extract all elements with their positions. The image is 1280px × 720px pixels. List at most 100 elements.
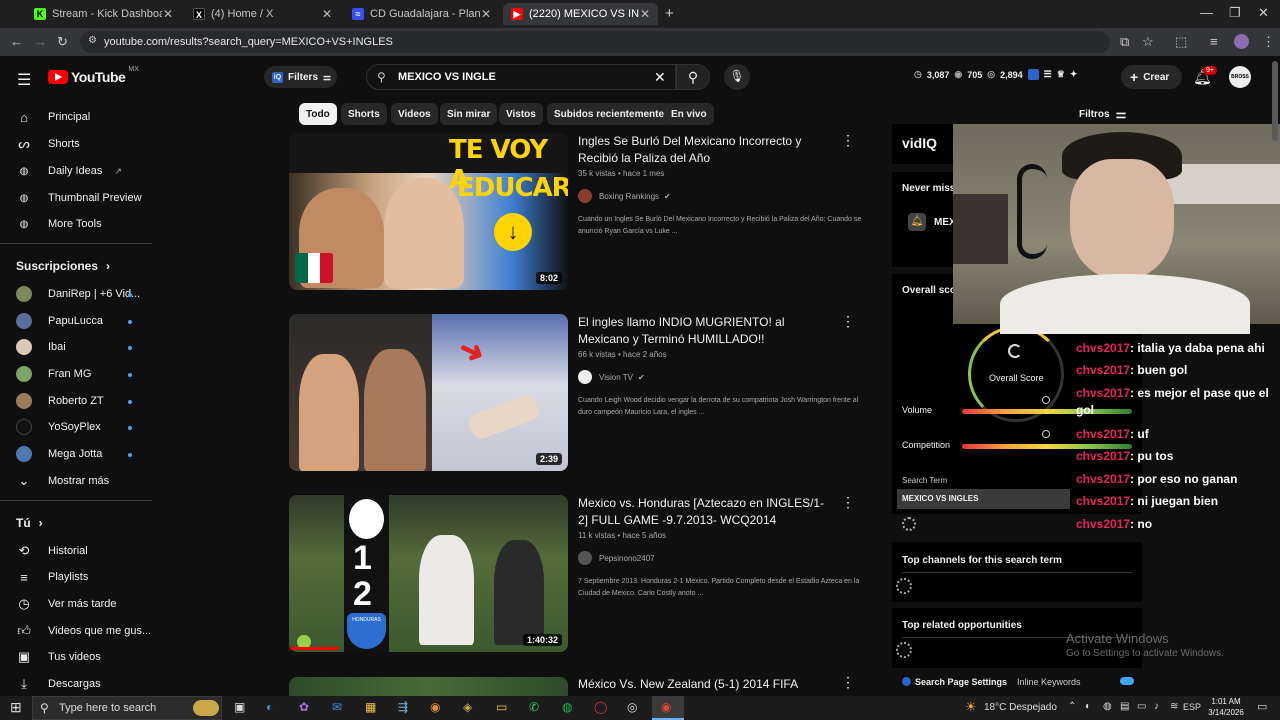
close-icon[interactable]: ✕ [481, 7, 491, 21]
taskbar-search-box[interactable]: ⚲ Type here to search [32, 696, 222, 720]
chip-todo[interactable]: Todo [299, 103, 337, 125]
tray-app-icon[interactable]: ◐ [1085, 701, 1091, 712]
chip-shorts[interactable]: Shorts [341, 103, 387, 125]
tray-app-icon[interactable]: ▤ [1120, 701, 1129, 712]
back-icon[interactable]: ← [10, 34, 23, 49]
chip-en-vivo[interactable]: En vivo [664, 103, 714, 125]
extensions-icon[interactable]: ⬚ [1175, 34, 1187, 50]
whatsapp-icon[interactable]: ✆ [529, 700, 539, 714]
create-button[interactable]: + Crear [1121, 65, 1182, 89]
clock[interactable]: 1:01 AM 3/14/2026 [1206, 696, 1246, 717]
install-icon[interactable]: ⧉ [1120, 34, 1129, 50]
search-button[interactable]: ⚲ [676, 64, 710, 90]
more-options-icon[interactable]: ⋮ [841, 494, 855, 511]
video-thumbnail[interactable]: ➜ 2:39 [289, 314, 568, 471]
sidebar-item-thumbnail-preview[interactable]: ◍ Thumbnail Preview [16, 190, 142, 206]
clear-search-icon[interactable]: ✕ [654, 69, 666, 86]
sidebar-sub-item[interactable]: DaniRep | +6 Vid... [16, 286, 140, 302]
video-thumbnail[interactable] [289, 677, 568, 696]
close-icon[interactable]: ✕ [322, 7, 332, 21]
page-scrollbar[interactable] [1272, 61, 1278, 141]
sidebar-item-descargas[interactable]: ⤓ Descargas [16, 676, 100, 692]
minimize-icon[interactable]: — [1200, 5, 1213, 20]
obs-icon[interactable]: ◎ [627, 700, 637, 714]
app-icon[interactable]: ⇶ [398, 700, 408, 714]
spotify-icon[interactable]: ◍ [562, 700, 572, 714]
sidebar-item-daily-ideas[interactable]: ◍ Daily Ideas ↗ [16, 163, 122, 179]
video-title[interactable]: El ingles llamo INDIO MUGRIENTO! al Mexi… [578, 314, 828, 348]
wifi-icon[interactable]: ≋ [1170, 701, 1178, 712]
more-options-icon[interactable]: ⋮ [841, 313, 855, 330]
speaker-icon[interactable]: ♪ [1154, 701, 1159, 712]
close-icon[interactable]: ✕ [640, 7, 650, 21]
video-thumbnail[interactable]: TE VOY A EDUCAR ↓ 8:02 [289, 133, 568, 290]
sidebar-sub-item[interactable]: Roberto ZT [16, 393, 104, 409]
chip-videos[interactable]: Videos [391, 103, 438, 125]
hamburger-menu-icon[interactable]: ☰ [17, 70, 31, 90]
sidebar-sub-item[interactable]: Mega Jotta [16, 446, 102, 462]
window-close-icon[interactable]: ✕ [1258, 5, 1269, 21]
store-icon[interactable]: ▦ [365, 700, 376, 714]
close-icon[interactable]: ✕ [163, 7, 173, 21]
chip-vistos[interactable]: Vistos [499, 103, 543, 125]
site-info-icon[interactable]: ⚙ [88, 35, 97, 46]
sidebar-sub-item[interactable]: Fran MG [16, 366, 91, 382]
video-title[interactable]: Ingles Se Burló Del Mexicano Incorrecto … [578, 133, 828, 167]
show-more-button[interactable]: ⌄ Mostrar más [16, 473, 110, 489]
network-icon[interactable]: ▭ [1137, 701, 1146, 712]
youtube-logo[interactable]: YouTube MX [48, 66, 139, 85]
menu-icon[interactable]: ⋮ [1262, 34, 1275, 50]
file-explorer-icon[interactable]: ▭ [496, 700, 507, 714]
sidebar-sub-item[interactable]: PapuLucca [16, 313, 103, 329]
copilot-icon[interactable]: ✿ [299, 700, 309, 714]
sidebar-sub-item[interactable]: Ibai [16, 339, 66, 355]
trophy-icon[interactable]: ♕ [1057, 69, 1065, 80]
forward-icon[interactable]: → [34, 34, 47, 49]
voice-search-button[interactable]: 🎙 [724, 64, 750, 90]
you-heading[interactable]: Tú › [16, 516, 43, 530]
opera-icon[interactable]: ◯ [594, 700, 607, 714]
browser-tab[interactable]: ≈ CD Guadalajara - Plantilla detal ✕ [344, 3, 499, 25]
sidebar-item-principal[interactable]: ⌂ Principal [16, 109, 90, 125]
reload-icon[interactable]: ↻ [57, 34, 68, 50]
maximize-icon[interactable]: ❐ [1229, 5, 1241, 21]
sidebar-sub-item[interactable]: YoSoyPlex [16, 419, 101, 435]
search-input[interactable]: MEXICO VS INGLE [398, 71, 496, 83]
list-icon[interactable]: ☰ [1044, 69, 1052, 80]
edge-icon[interactable]: ◐ [266, 700, 273, 714]
firefox-icon[interactable]: ◉ [430, 700, 440, 714]
chrome-taskbar-button[interactable]: ◉ [652, 696, 684, 720]
tray-app-icon[interactable]: ◍ [1103, 701, 1112, 712]
new-tab-icon[interactable]: + [665, 5, 674, 22]
bell-icon[interactable]: 🔔︎ [908, 213, 926, 231]
sparkle-icon[interactable]: ✦ [1070, 69, 1078, 80]
channel-avatar[interactable]: BROSS [1229, 66, 1251, 88]
page-settings-label[interactable]: Search Page Settings [915, 677, 1007, 687]
browser-tab[interactable]: X (4) Home / X ✕ [185, 3, 340, 25]
sidebar-item-playlists[interactable]: ≡ Playlists [16, 569, 88, 585]
inline-keywords-toggle[interactable] [1120, 677, 1134, 685]
bookmark-star-icon[interactable]: ☆ [1142, 34, 1154, 50]
channel-row[interactable]: Boxing Rankings ✔ [578, 189, 671, 203]
sidebar-item-liked-videos[interactable]: 👍︎ Videos que me gus... [16, 623, 151, 639]
sidebar-item-more-tools[interactable]: ◍ More Tools [16, 216, 102, 232]
browser-tab[interactable]: K Stream - Kick Dashboard ✕ [26, 3, 181, 25]
notification-center-icon[interactable]: ▭ [1257, 700, 1267, 713]
language-indicator[interactable]: ESP [1183, 702, 1201, 712]
task-view-icon[interactable]: ▣ [234, 700, 245, 714]
chip-sin-mirar[interactable]: Sin mirar [440, 103, 498, 125]
filtros-button[interactable]: Filtros ⚌ [1079, 107, 1126, 121]
video-title[interactable]: Mexico vs. Honduras [Aztecazo en INGLES/… [578, 495, 828, 529]
vidiq-filters-button[interactable]: iQ Filters ⚌ [264, 66, 337, 88]
sidebar-item-shorts[interactable]: ᔕ Shorts [16, 136, 80, 152]
weather-text[interactable]: 18°C Despejado [984, 702, 1057, 713]
tab-search-icon[interactable]: ≡ [1210, 34, 1218, 49]
profile-avatar[interactable] [1234, 34, 1249, 49]
address-bar[interactable]: ⚙ youtube.com/results?search_query=MEXIC… [80, 31, 1110, 53]
browser-tab-active[interactable]: ▶ (2220) MEXICO VS INGLES - You ✕ [503, 3, 658, 25]
app-icon[interactable]: ◈ [463, 700, 472, 714]
outlook-icon[interactable]: ✉ [332, 700, 342, 714]
more-options-icon[interactable]: ⋮ [841, 674, 855, 691]
channel-row[interactable]: Pepsinono2407 [578, 551, 655, 565]
search-box[interactable]: ⚲ MEXICO VS INGLE ✕ [366, 64, 676, 90]
